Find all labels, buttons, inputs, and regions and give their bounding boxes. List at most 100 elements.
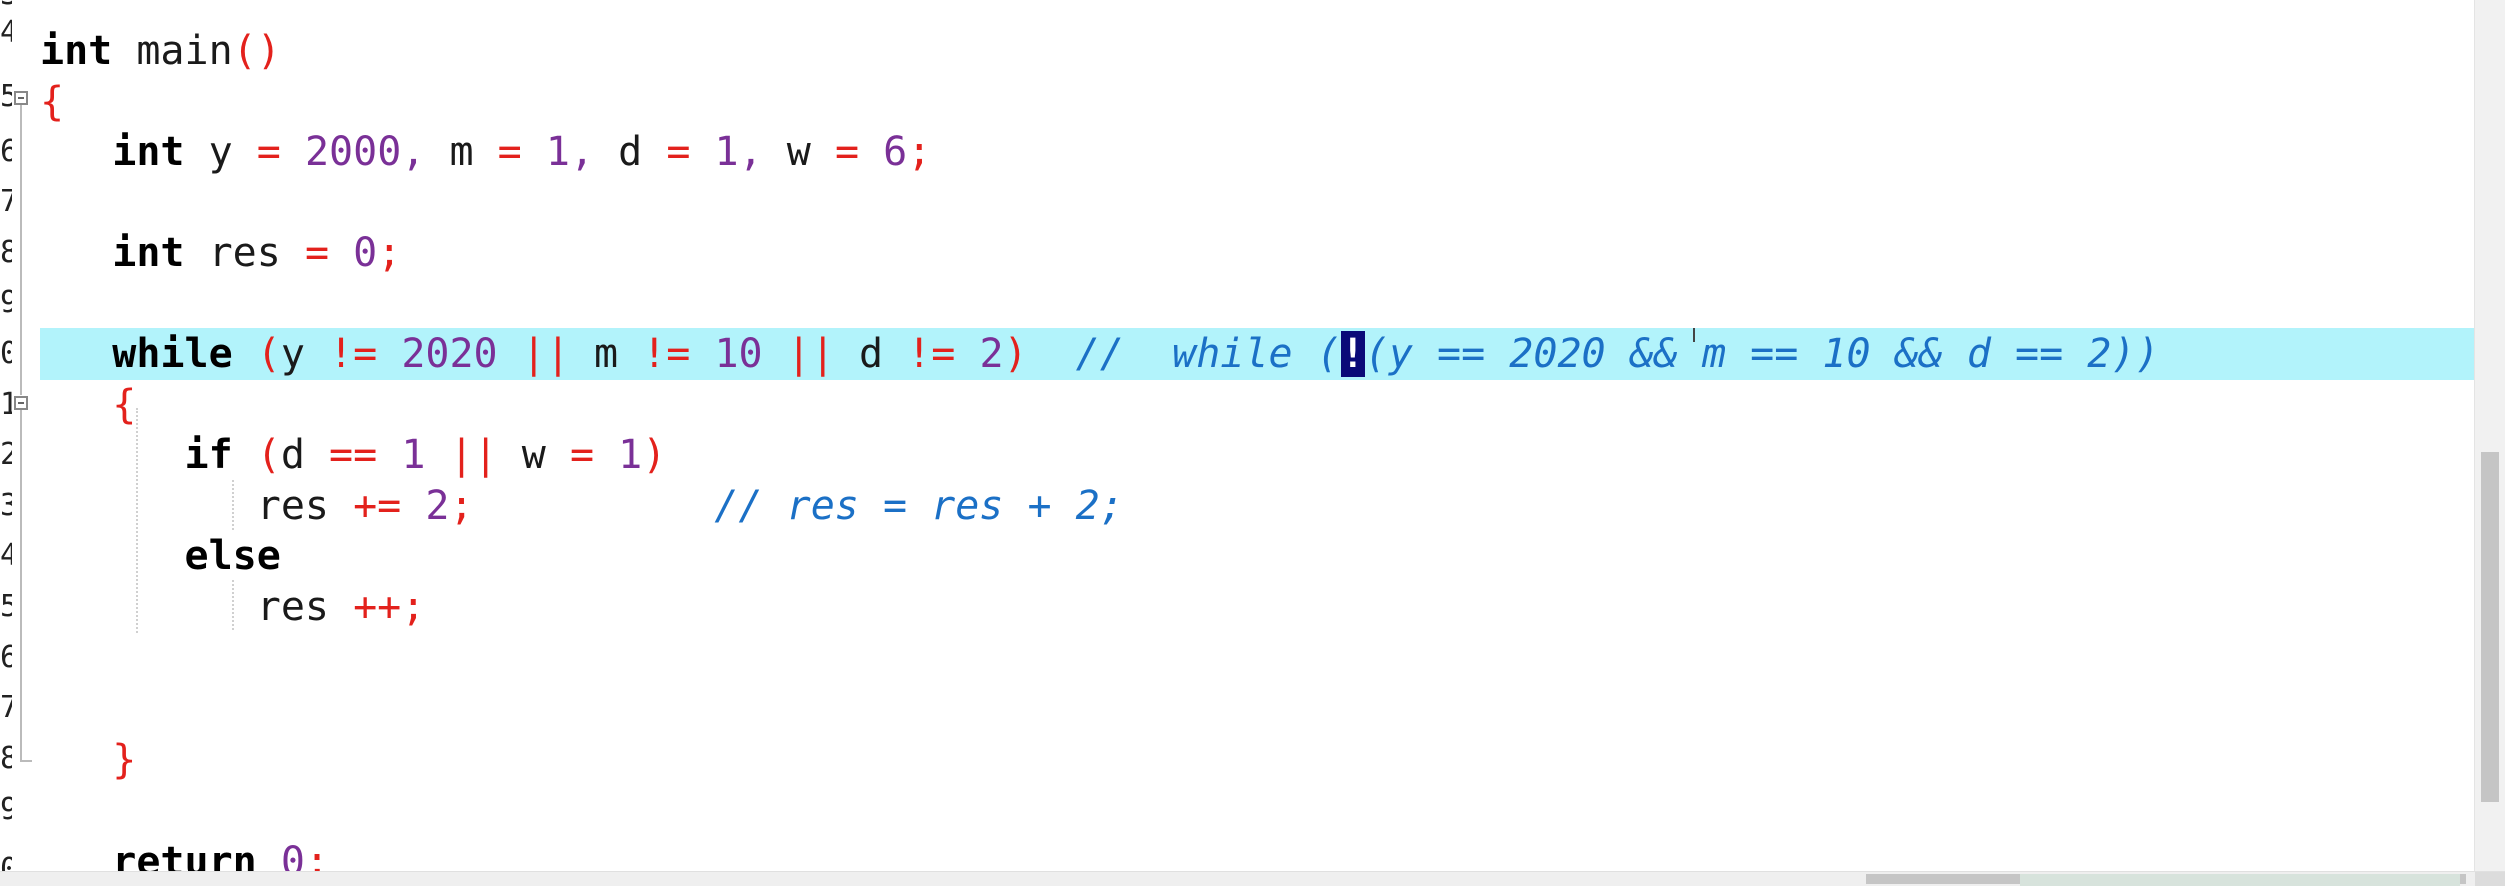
- code-line-res-add[interactable]: res += 2; // res = res + 2;: [40, 481, 1124, 531]
- brace: {: [112, 382, 137, 428]
- line-number: 1: [0, 387, 12, 422]
- identifier: y: [208, 129, 233, 175]
- line-number: 4: [0, 538, 12, 573]
- identifier: w: [521, 432, 546, 478]
- background-thumbnail: [2020, 874, 2460, 886]
- semicolon: ;: [304, 839, 330, 872]
- paren: (: [232, 28, 257, 74]
- identifier: m: [594, 331, 619, 377]
- operator: ||: [786, 331, 835, 377]
- number: 0: [353, 230, 378, 276]
- line-number: 3: [0, 488, 12, 523]
- line-number: 9: [0, 792, 12, 827]
- code-line-if[interactable]: if (d == 1 || w = 1): [40, 430, 667, 480]
- scrollbar-corner: [2475, 872, 2505, 886]
- vertical-scrollbar[interactable]: [2474, 0, 2505, 872]
- number: 1,: [545, 129, 595, 175]
- operator: +=: [353, 483, 402, 529]
- operator: =: [834, 129, 860, 175]
- line-number: 4: [0, 15, 12, 50]
- code-line-res-declaration[interactable]: int res = 0;: [40, 228, 401, 278]
- fold-toggle-main[interactable]: [14, 91, 28, 105]
- keyword: int: [112, 129, 185, 175]
- paren: (: [256, 331, 281, 377]
- identifier: y: [280, 331, 305, 377]
- code-line-main-brace[interactable]: {: [40, 77, 64, 127]
- operator: ||: [449, 432, 498, 478]
- brace: {: [40, 79, 65, 125]
- operator: !=: [642, 331, 691, 377]
- paren: ): [642, 432, 667, 478]
- fold-guide: [20, 410, 22, 760]
- line-number: 6: [0, 134, 12, 169]
- comment-text: // while (: [1075, 331, 1341, 377]
- fold-guide: [20, 105, 22, 395]
- operator: ++: [353, 584, 402, 630]
- code-line-declaration[interactable]: int y = 2000, m = 1, d = 1, w = 6;: [40, 127, 931, 177]
- code-line-else[interactable]: else: [40, 531, 281, 581]
- number: 2000,: [304, 129, 426, 175]
- number: 0: [280, 839, 305, 872]
- line-number: 8: [0, 235, 12, 270]
- identifier: w: [786, 129, 811, 175]
- code-line-main-signature[interactable]: int main(): [40, 26, 281, 76]
- paren: (: [256, 432, 281, 478]
- keyword: int: [112, 230, 185, 276]
- line-number: 9: [0, 285, 12, 320]
- keyword: while: [112, 331, 233, 377]
- operator: =: [497, 129, 522, 175]
- fold-toggle-while[interactable]: [14, 396, 28, 410]
- line-number: 2: [0, 437, 12, 472]
- line-number: 5: [0, 79, 12, 114]
- number: 1,: [714, 129, 763, 175]
- text-selection-caret: !: [1340, 331, 1365, 377]
- function-name: main: [136, 28, 233, 74]
- comment-text: (y == 2020 && m == 10 && d == 2)): [1364, 331, 2160, 377]
- identifier: res: [256, 584, 329, 630]
- semicolon: ;: [377, 230, 402, 276]
- line-number: 7: [0, 184, 12, 219]
- line-number: 8: [0, 741, 12, 776]
- line-number: 6: [0, 640, 12, 675]
- line-number: 0: [0, 852, 12, 872]
- operator: ||: [521, 331, 570, 377]
- vertical-scrollbar-thumb[interactable]: [2481, 452, 2499, 802]
- operator: !=: [907, 331, 956, 377]
- operator: =: [304, 230, 330, 276]
- keyword: int: [40, 28, 113, 74]
- code-line-while-brace[interactable]: {: [40, 380, 136, 430]
- fold-end-marker: [20, 760, 32, 762]
- line-number: 0: [0, 336, 12, 371]
- line-number: 5: [0, 589, 12, 624]
- operator: =: [569, 432, 595, 478]
- number: 6: [883, 129, 908, 175]
- code-editor[interactable]: 3 4 5 6 7 8 9 0 1 2 3 4 5 6 7 8 9 0 int …: [0, 0, 2475, 872]
- number: 2020: [401, 331, 498, 377]
- number: 2: [979, 331, 1004, 377]
- keyword: return: [112, 839, 257, 872]
- comment: // res = res + 2;: [714, 483, 1124, 529]
- semicolon: ;: [449, 483, 474, 529]
- operator: !=: [329, 331, 378, 377]
- number: 1: [401, 432, 426, 478]
- identifier: res: [256, 483, 329, 529]
- operator: =: [256, 129, 281, 175]
- identifier: m: [449, 129, 474, 175]
- identifier: d: [618, 129, 643, 175]
- code-line-while-close-brace[interactable]: }: [40, 735, 136, 785]
- number: 1: [618, 432, 643, 478]
- operator: =: [666, 129, 691, 175]
- identifier: d: [280, 432, 305, 478]
- semicolon: ;: [907, 129, 932, 175]
- number: 10: [714, 331, 763, 377]
- comment: // while (!(y == 2020 && m == 10 && d ==…: [1076, 331, 2160, 377]
- code-line-res-increment[interactable]: res ++;: [40, 582, 426, 632]
- line-number: 7: [0, 690, 12, 725]
- paren: ): [256, 28, 281, 74]
- brace: }: [112, 737, 137, 783]
- code-line-return[interactable]: return 0;: [40, 837, 329, 872]
- number: 2: [425, 483, 450, 529]
- identifier: res: [208, 230, 281, 276]
- code-line-while[interactable]: while (y != 2020 || m != 10 || d != 2) /…: [40, 329, 2160, 379]
- keyword: if: [184, 432, 233, 478]
